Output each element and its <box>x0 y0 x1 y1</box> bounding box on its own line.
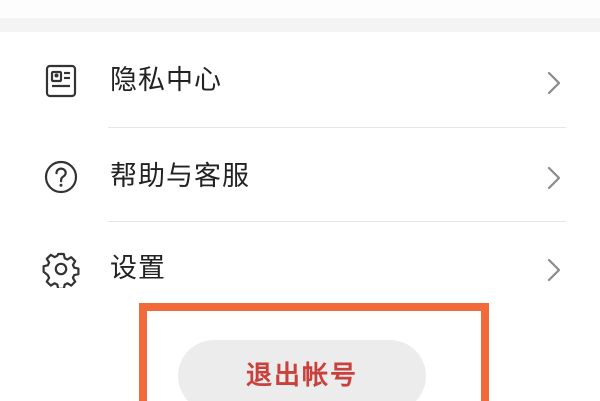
account-menu-screen: 隐私中心 帮助与客服 设置 退出帐号 <box>0 0 600 401</box>
menu-item-label: 设置 <box>110 253 166 284</box>
menu-item-privacy-center[interactable]: 隐私中心 <box>0 42 600 122</box>
logout-button[interactable]: 退出帐号 <box>178 340 426 401</box>
chevron-right-icon <box>544 68 564 98</box>
id-card-icon <box>42 62 80 100</box>
chevron-right-icon <box>544 163 564 193</box>
help-circle-icon <box>42 158 80 196</box>
gear-icon <box>42 250 80 288</box>
chevron-right-icon <box>544 255 564 285</box>
menu-divider <box>108 221 566 222</box>
menu-item-label: 帮助与客服 <box>110 161 250 192</box>
menu-item-help-service[interactable]: 帮助与客服 <box>0 137 600 217</box>
menu-item-label: 隐私中心 <box>110 65 222 96</box>
menu-divider <box>108 127 566 128</box>
menu-item-settings[interactable]: 设置 <box>0 228 600 308</box>
top-section-edge <box>0 0 600 18</box>
